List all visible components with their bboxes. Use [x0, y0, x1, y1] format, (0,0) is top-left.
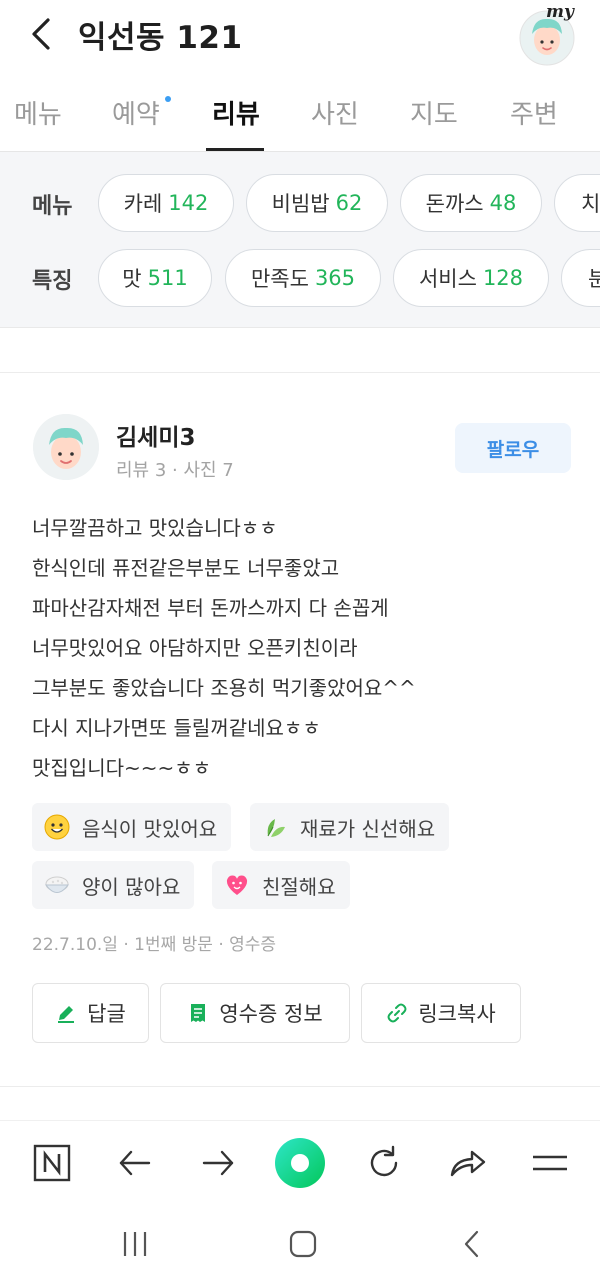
filter-chip-service[interactable]: 서비스 128: [393, 249, 549, 307]
review-line: 다시 지나가면또 들릴꺼같네요ㅎㅎ: [32, 716, 321, 740]
review-line: 너무맛있어요 아담하지만 오픈키친이라: [32, 636, 358, 660]
reviewer-avatar[interactable]: [33, 414, 99, 480]
leaf-icon: [262, 814, 288, 840]
new-badge-dot: [165, 96, 171, 102]
system-nav-bar: [0, 1206, 600, 1282]
chip-name: 비빔밥: [271, 192, 330, 216]
tab-bar: 메뉴 예약 리뷰 사진 지도 주변: [0, 80, 600, 152]
keyword-tag: 음식이 맛있어요: [32, 803, 232, 851]
rice-bowl-icon: [44, 872, 70, 898]
divider: [0, 372, 600, 373]
keyword-tag-label: 양이 많아요: [82, 874, 181, 899]
chip-name: 서비스: [418, 267, 477, 291]
review-line: 맛집입니다~~~ㅎㅎ: [32, 756, 212, 780]
share-arrow-icon: [450, 1150, 486, 1177]
chip-name: 맛: [122, 267, 142, 291]
filter-chip-satisfaction[interactable]: 만족도 365: [225, 249, 381, 307]
active-tab-indicator: [206, 148, 264, 151]
arrow-left-icon: [119, 1150, 151, 1176]
my-label: my: [546, 2, 574, 22]
tab-reservation[interactable]: 예약: [112, 94, 160, 131]
top-header: 익선동 121 my: [0, 0, 600, 70]
naver-home-button[interactable]: [30, 1141, 74, 1185]
hamburger-icon: [533, 1155, 567, 1171]
reply-button[interactable]: 답글: [32, 983, 149, 1043]
refresh-button[interactable]: [362, 1141, 406, 1185]
chip-name: 만족도: [250, 267, 309, 291]
home-square-icon: [289, 1230, 317, 1258]
follow-button[interactable]: 팔로우: [455, 423, 571, 473]
chip-name: 분: [588, 263, 600, 293]
tab-map[interactable]: 지도: [410, 94, 458, 131]
filter-chip-donkatsu[interactable]: 돈까스 48: [400, 174, 542, 232]
receipt-info-label: 영수증 정보: [219, 1002, 323, 1026]
heart-face-icon: [224, 872, 250, 898]
review-line: 한식인데 퓨전같은부분도 너무좋았고: [32, 556, 340, 580]
filter-label-feature: 특징: [32, 269, 73, 294]
chevron-left-icon: [464, 1230, 479, 1258]
tab-menu[interactable]: 메뉴: [14, 94, 62, 131]
filter-chip-taste[interactable]: 맛 511: [98, 249, 212, 307]
review-line: 파마산감자채전 부터 돈까스까지 다 손꼽게: [32, 596, 389, 620]
tab-review[interactable]: 리뷰: [212, 94, 260, 131]
green-dot-button[interactable]: [272, 1135, 328, 1191]
keyword-tag-label: 재료가 신선해요: [300, 816, 436, 841]
menu-button[interactable]: [528, 1141, 572, 1185]
avatar-icon: [33, 414, 99, 480]
chevron-left-icon: [32, 18, 50, 50]
tab-photo[interactable]: 사진: [311, 94, 359, 131]
receipt-icon: [187, 1002, 209, 1024]
reply-label: 답글: [87, 1002, 126, 1026]
naver-n-icon: [33, 1144, 71, 1182]
pencil-icon: [55, 1002, 77, 1024]
chip-name: 치: [581, 192, 600, 216]
copy-link-label: 링크복사: [418, 1002, 496, 1026]
filter-chip-curry[interactable]: 카레 142: [98, 174, 234, 232]
recent-apps-icon: [123, 1232, 147, 1256]
review-filters: 메뉴 카레 142 비빔밥 62 돈까스 48 치 특징 맛 511 만족도 365 서비…: [0, 152, 600, 328]
browser-forward-button[interactable]: [196, 1141, 240, 1185]
chip-count: 128: [482, 266, 524, 290]
keyword-tag: 양이 많아요: [32, 861, 195, 909]
chip-count: 365: [314, 266, 356, 290]
visit-info: 22.7.10.일 · 1번째 방문 · 영수증: [32, 935, 277, 955]
filter-chip-partial[interactable]: 치: [554, 174, 600, 232]
recent-apps-button[interactable]: [115, 1224, 155, 1264]
back-button[interactable]: [24, 14, 64, 54]
share-button[interactable]: [446, 1141, 490, 1185]
reviewer-name[interactable]: 김세미3: [116, 418, 195, 452]
smiley-icon: [44, 814, 70, 840]
receipt-info-button[interactable]: 영수증 정보: [160, 983, 350, 1043]
home-button[interactable]: [283, 1224, 323, 1264]
page-title: 익선동 121: [78, 20, 243, 56]
browser-back-button[interactable]: [113, 1141, 157, 1185]
keyword-tag-label: 친절해요: [262, 874, 336, 899]
divider: [0, 1086, 600, 1087]
keyword-tag-label: 음식이 맛있어요: [82, 816, 218, 841]
chip-count: 48: [489, 191, 517, 215]
green-dot-icon: [275, 1138, 325, 1188]
browser-toolbar: [0, 1120, 600, 1206]
system-back-button[interactable]: [452, 1224, 492, 1264]
review-line: 그부분도 좋았습니다 조용히 먹기좋았어요^^: [32, 676, 416, 700]
chip-count: 142: [168, 191, 209, 215]
copy-link-button[interactable]: 링크복사: [361, 983, 521, 1043]
arrow-right-icon: [202, 1150, 234, 1176]
link-icon: [386, 1002, 408, 1024]
tab-nearby[interactable]: 주변: [510, 94, 558, 131]
chip-name: 카레: [123, 192, 163, 216]
chip-count: 62: [335, 191, 363, 215]
review-body: 너무깔끔하고 맛있습니다ㅎㅎ 한식인데 퓨전같은부분도 너무좋았고 파마산감자채…: [32, 508, 572, 788]
keyword-tag: 재료가 신선해요: [250, 803, 450, 851]
chip-count: 511: [147, 266, 188, 290]
reviewer-stats: 리뷰 3 · 사진 7: [116, 460, 234, 481]
filter-label-menu: 메뉴: [32, 194, 73, 219]
filter-chip-partial-2[interactable]: 분: [561, 249, 600, 307]
review-line: 너무깔끔하고 맛있습니다ㅎㅎ: [32, 516, 278, 540]
filter-chip-bibimbap[interactable]: 비빔밥 62: [246, 174, 388, 232]
keyword-tag: 친절해요: [212, 861, 350, 909]
chip-name: 돈까스: [425, 192, 484, 216]
refresh-icon: [370, 1145, 398, 1177]
